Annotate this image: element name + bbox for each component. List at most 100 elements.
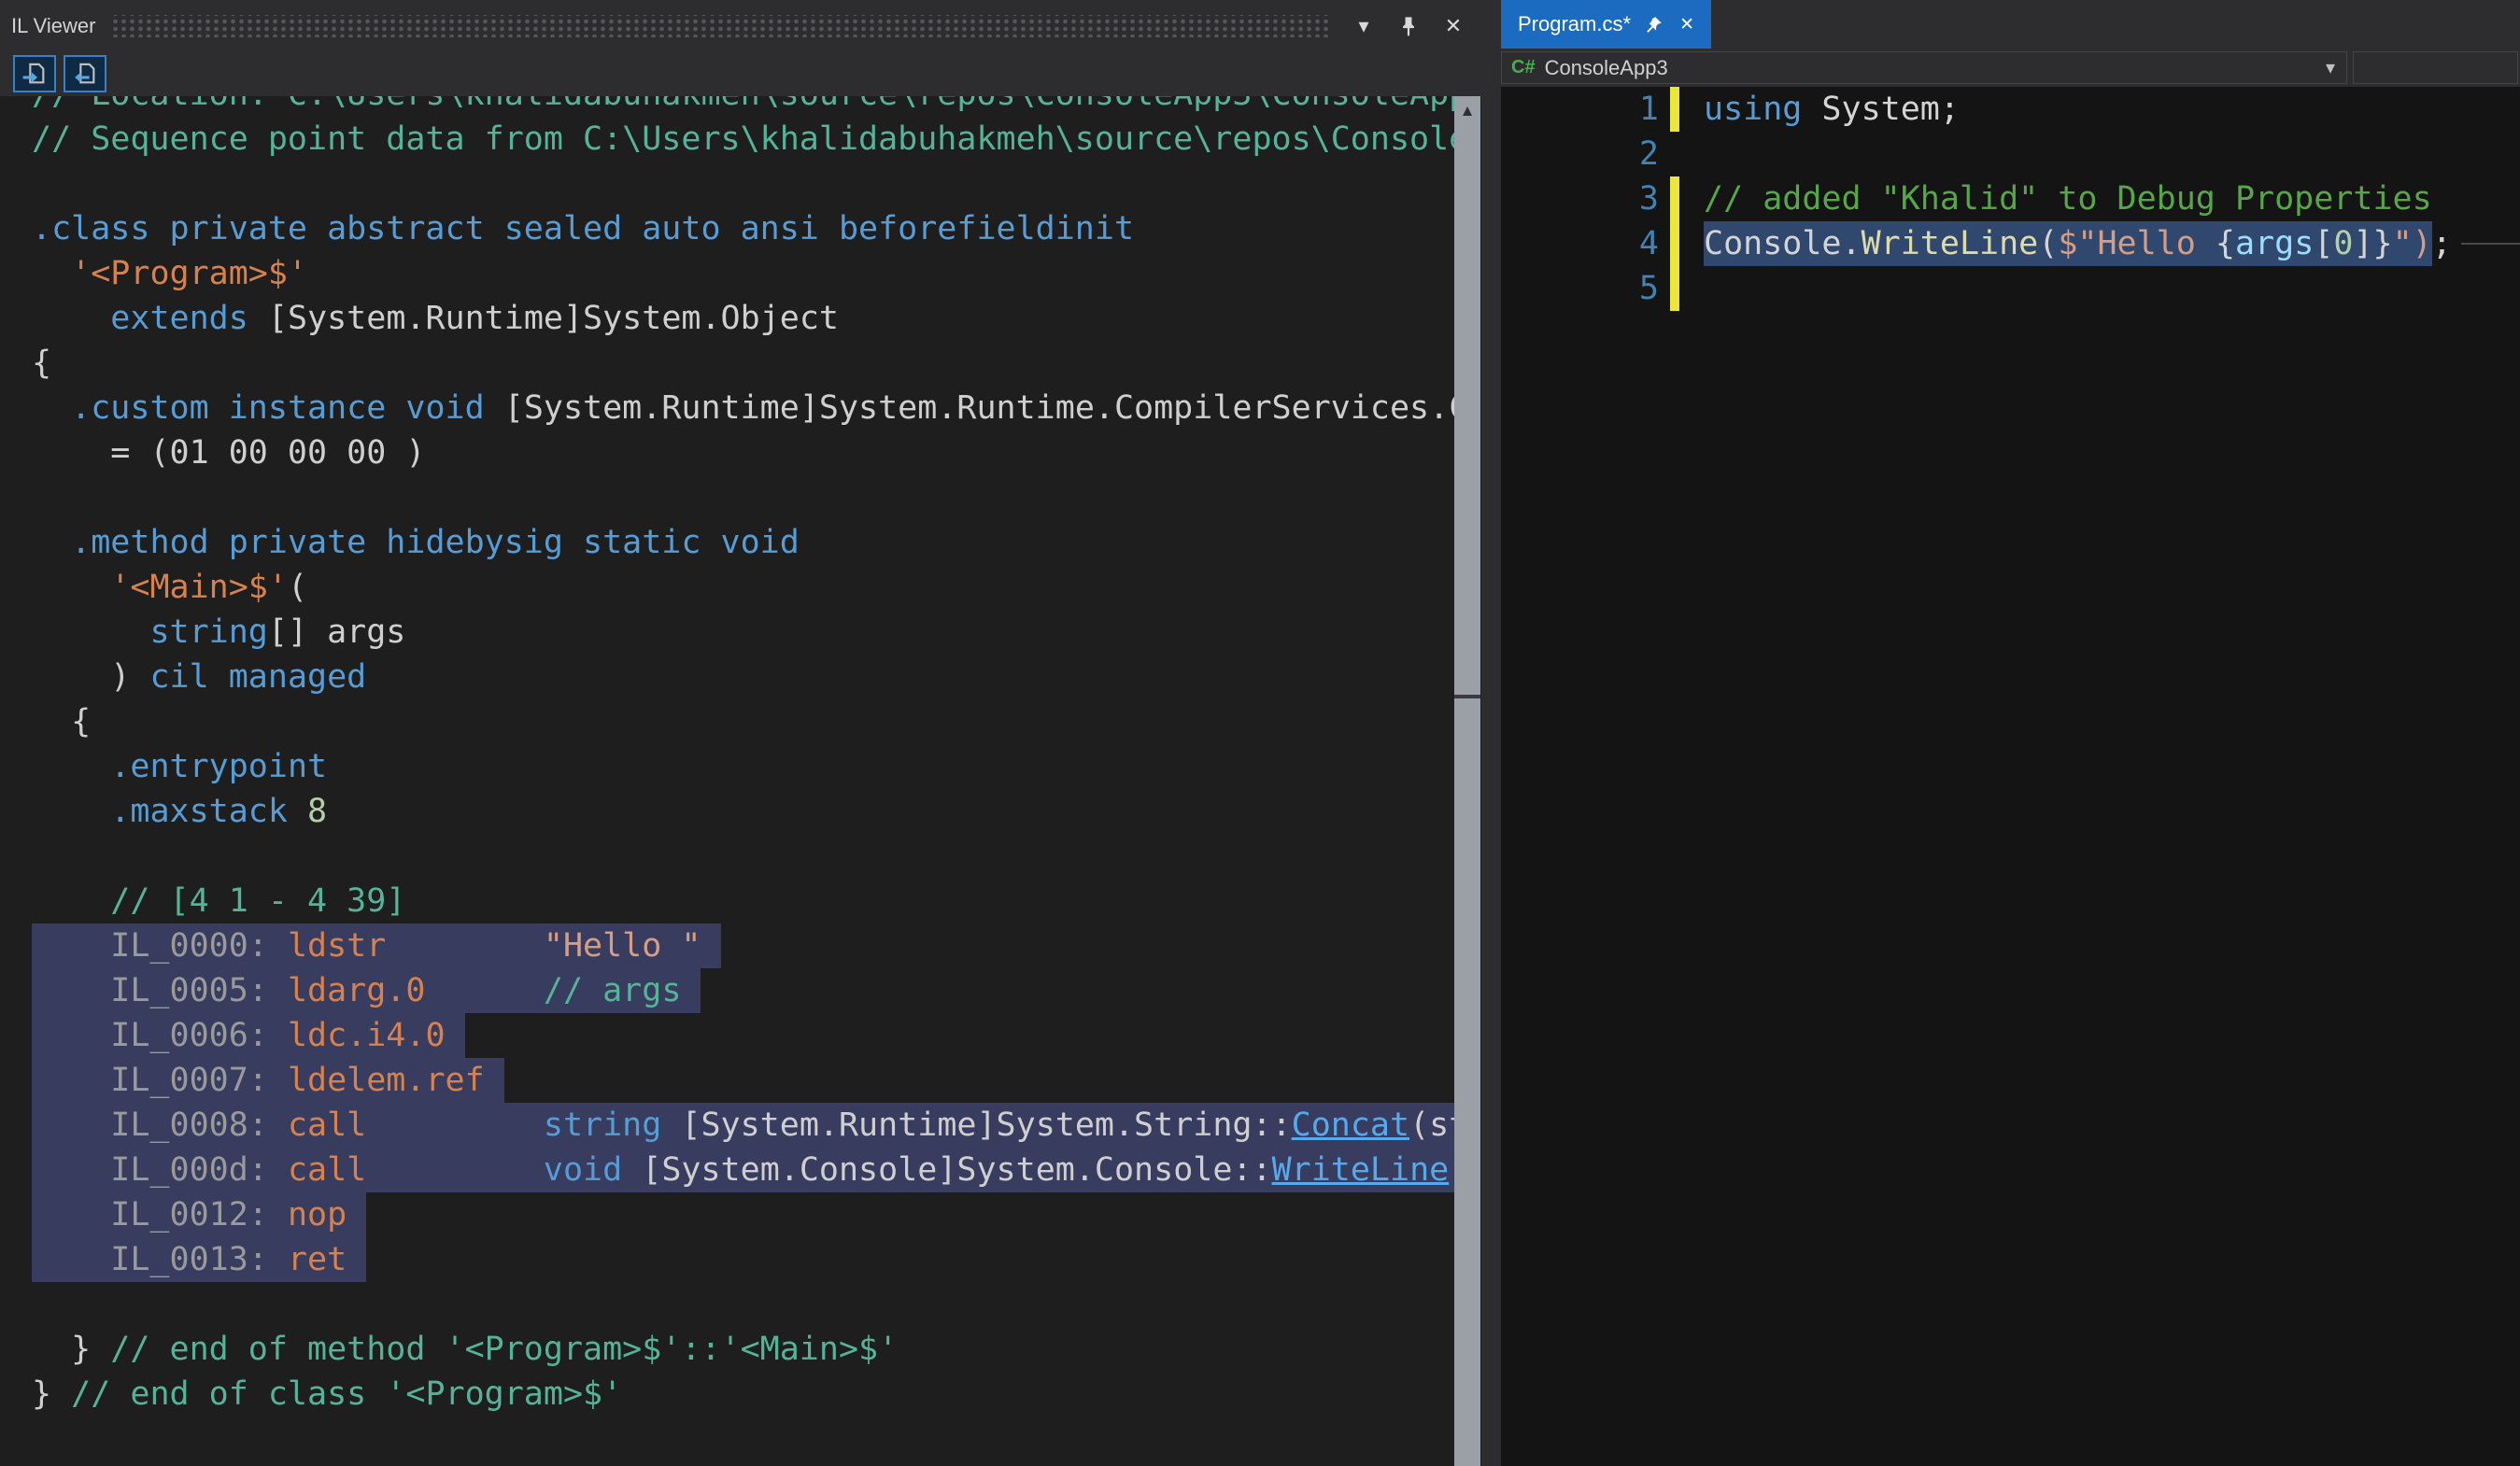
il-scrollbar[interactable]: ▲ — [1454, 96, 1480, 1466]
token-meth: WriteLine — [1862, 225, 2039, 262]
code-line: .entrypoint — [32, 744, 1454, 789]
token-pln: [System.Runtime]System.Runtime.CompilerS… — [485, 386, 1454, 430]
window-position-button[interactable]: ▾ — [1347, 9, 1380, 43]
navbar-secondary-dropdown[interactable] — [2353, 51, 2518, 84]
token-pln — [32, 565, 110, 610]
code-line: IL_0005: ldarg.0 // args — [32, 968, 1454, 1013]
code-line: .maxstack 8 — [32, 789, 1454, 834]
tab-close-button[interactable]: ✕ — [1676, 13, 1698, 35]
chevron-down-icon: ▾ — [2326, 56, 2335, 79]
line-number[interactable]: 4 — [1501, 221, 1659, 266]
token-kw: .method private hidebysig static void — [71, 520, 800, 565]
token-kw: extends — [110, 296, 248, 341]
project-dropdown[interactable]: C# ConsoleApp3 ▾ — [1501, 51, 2347, 84]
selection-highlight: IL_0007: ldelem.ref — [32, 1058, 504, 1103]
il-code: // Location: C:\Users\khalidabuhakmeh\so… — [32, 96, 1454, 1417]
sync-source-button[interactable] — [64, 55, 106, 92]
token-pln: . — [1842, 225, 1862, 262]
token-name: '<Program>$' — [71, 251, 307, 296]
il-viewer-titlebar[interactable]: IL Viewer ▾ ✕ — [0, 0, 1481, 51]
selection-highlight: IL_000d: call void [System.Console]Syste… — [32, 1148, 1454, 1192]
token-link: Concat — [1292, 1107, 1409, 1144]
token-link: WriteLine — [1272, 1151, 1450, 1189]
token-op: ldarg.0 — [288, 972, 426, 1009]
code-line: .method private hidebysig static void — [32, 520, 1454, 565]
token-op: ldc.i4.0 — [288, 1017, 446, 1054]
il-viewer-pane: IL Viewer ▾ ✕ // Location: C:\Users\khal… — [0, 0, 1481, 1466]
token-pln — [347, 1196, 366, 1233]
code-line: IL_0008: call string [System.Runtime]Sys… — [32, 1103, 1454, 1148]
code-line: IL_0012: nop — [32, 1192, 1454, 1237]
token-pln: [System.Runtime]System.Object — [248, 296, 839, 341]
token-pln — [347, 1241, 366, 1278]
token-pln — [32, 251, 71, 296]
line-number-gutter[interactable]: 12345 — [1501, 87, 1659, 311]
titlebar-grip[interactable] — [111, 15, 1333, 37]
code-line: // [4 1 - 4 39] — [32, 879, 1454, 923]
selection-highlight: IL_0013: ret — [32, 1237, 366, 1282]
token-op: ldstr — [288, 927, 386, 965]
code-line: IL_0000: ldstr "Hello " — [32, 923, 1454, 968]
token-cls: Console — [1704, 225, 1842, 262]
token-cmt: // end of class '<Program>$' — [71, 1372, 622, 1417]
token-pln: ( — [288, 565, 307, 610]
token-pln — [366, 1107, 544, 1144]
line-number[interactable]: 3 — [1501, 176, 1659, 221]
code-line: .class private abstract sealed auto ansi… — [32, 206, 1454, 251]
code-line: = (01 00 00 00 ) — [32, 430, 1454, 475]
token-pln: [System.Console]System.Console:: — [622, 1151, 1271, 1189]
code-line: { — [32, 699, 1454, 744]
code-editor[interactable]: 12345 using System;// added "Khalid" to … — [1501, 87, 2520, 1466]
token-pln: [] args — [268, 610, 406, 655]
token-pln: ) — [32, 655, 149, 699]
sync-caret-button[interactable] — [13, 55, 56, 92]
code-line: IL_0013: ret — [32, 1237, 1454, 1282]
token-cmt: // end of method '<Program>$'::'<Main>$' — [110, 1327, 898, 1372]
token-lbl: IL_0013: — [32, 1241, 288, 1278]
token-pln: ( — [2038, 225, 2058, 262]
token-op: ldelem.ref — [288, 1062, 485, 1099]
code-line: extends [System.Runtime]System.Object — [32, 296, 1454, 341]
close-button[interactable]: ✕ — [1437, 9, 1470, 43]
tab-pin-button[interactable] — [1642, 13, 1664, 35]
pin-icon — [1398, 16, 1419, 36]
close-icon: ✕ — [1679, 14, 1694, 35]
sync-caret-icon — [21, 62, 48, 86]
sync-source-icon — [72, 62, 98, 86]
il-viewer-toolbar — [0, 51, 1481, 96]
selection-highlight: Console.WriteLine($"Hello {args[0]}") — [1704, 221, 2432, 266]
token-pln — [32, 789, 110, 834]
line-number[interactable]: 5 — [1501, 266, 1659, 311]
token-num: 0 — [2333, 225, 2353, 262]
cs-code: using System;// added "Khalid" to Debug … — [1704, 87, 2520, 311]
editor-pane: Program.cs* ✕ C# ConsoleApp3 ▾ 12345 usi… — [1501, 0, 2520, 1466]
token-kw: .maxstack — [110, 789, 288, 834]
scrollbar-up-arrow[interactable]: ▲ — [1454, 96, 1480, 126]
tab-label: Program.cs* — [1518, 12, 1631, 36]
token-pln: { — [32, 341, 51, 386]
code-line: using System; — [1704, 87, 2520, 132]
token-lbl: IL_0012: — [32, 1196, 288, 1233]
close-icon: ✕ — [1445, 14, 1462, 38]
token-kw: cil managed — [149, 655, 366, 699]
token-name: '<Main>$' — [110, 565, 288, 610]
token-lbl: IL_0000: — [32, 927, 288, 965]
pin-button[interactable] — [1392, 9, 1425, 43]
line-number[interactable]: 2 — [1501, 132, 1659, 176]
token-pln: ; — [2432, 221, 2452, 266]
token-pln: (string, string) — [1409, 1107, 1454, 1144]
token-pln — [32, 520, 71, 565]
code-line: } // end of class '<Program>$' — [32, 1372, 1454, 1417]
code-line — [32, 475, 1454, 520]
token-kw: using — [1704, 87, 1802, 132]
token-pln — [485, 1062, 504, 1099]
tab-program-cs[interactable]: Program.cs* ✕ — [1501, 0, 1711, 49]
line-number[interactable]: 1 — [1501, 87, 1659, 132]
token-pln: } — [32, 1327, 110, 1372]
token-pln — [701, 927, 720, 965]
code-line — [1704, 266, 2520, 311]
token-op: ret — [288, 1241, 347, 1278]
selection-highlight: IL_0006: ldc.i4.0 — [32, 1013, 465, 1058]
token-cmt: // Sequence point data from C:\Users\kha… — [32, 117, 1454, 162]
il-code-area[interactable]: // Location: C:\Users\khalidabuhakmeh\so… — [0, 96, 1481, 1466]
